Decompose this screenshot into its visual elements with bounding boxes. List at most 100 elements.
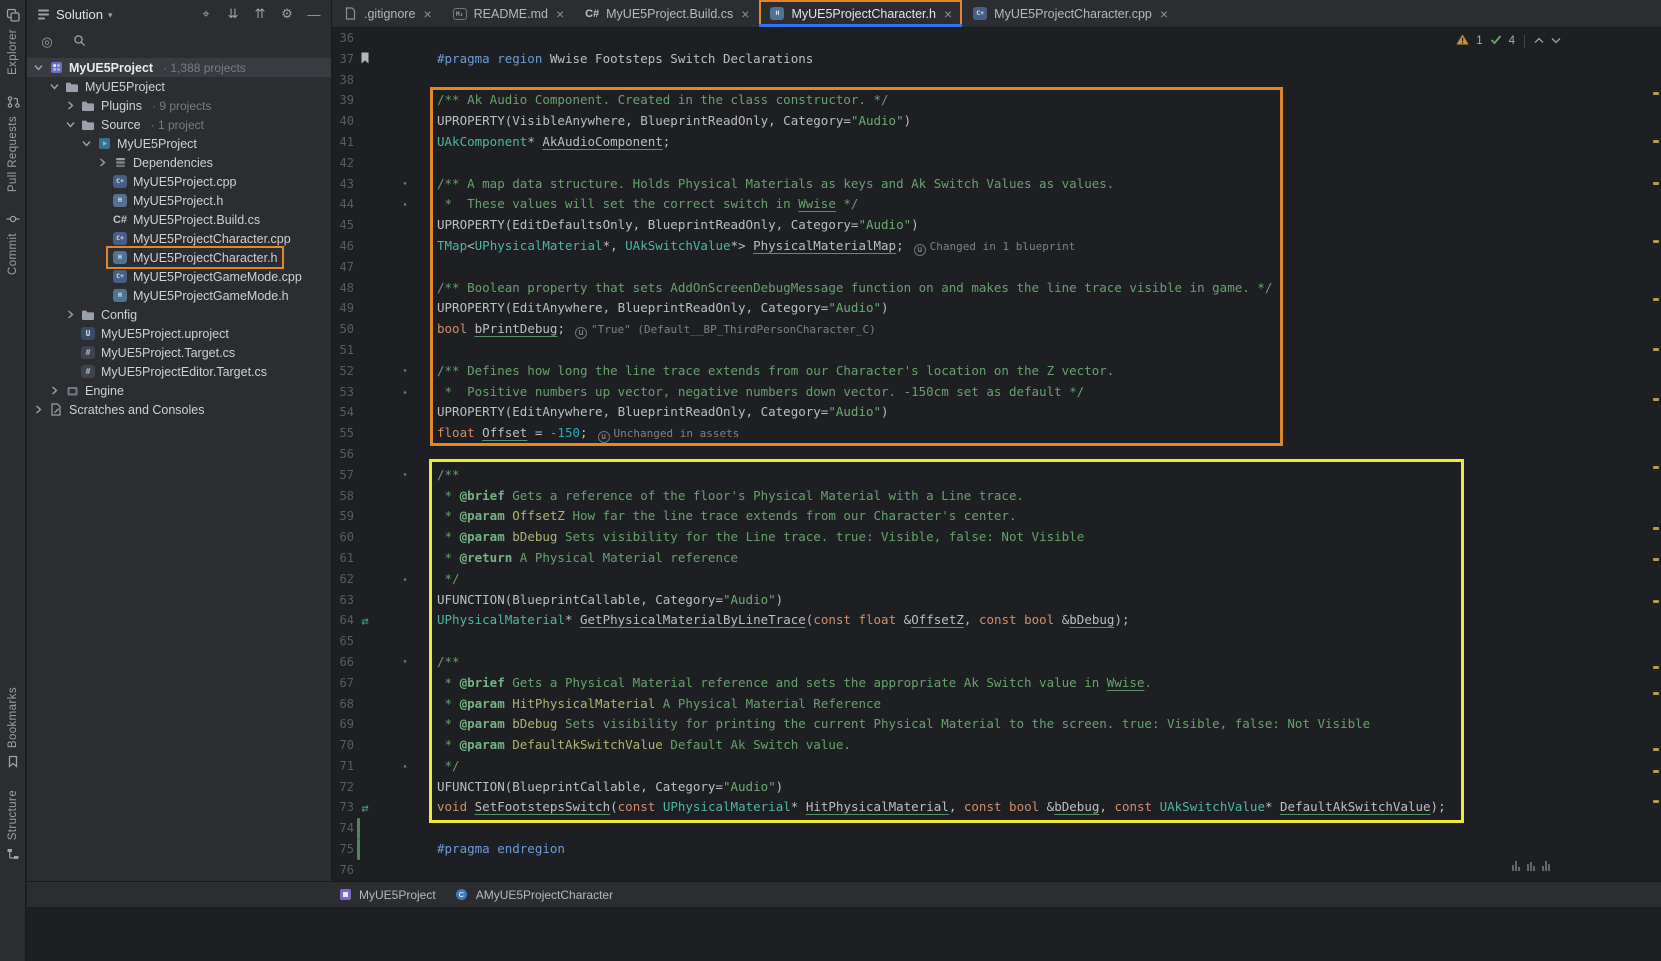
code-line[interactable]: 76 <box>332 860 1661 881</box>
code-line[interactable]: 64 ⇄ UPhysicalMaterial* GetPhysicalMateria… <box>332 610 1661 631</box>
code-line[interactable]: 53 ▴ * Positive numbers up vector, negati… <box>332 382 1661 403</box>
close-tab-icon[interactable]: × <box>1160 6 1168 22</box>
line-number[interactable]: 59 <box>332 506 354 527</box>
tree-item-myue5project-cpp[interactable]: C+ MyUE5Project.cpp <box>27 172 331 191</box>
code-line[interactable]: 71 ▴ */ <box>332 756 1661 777</box>
fold-marker-icon[interactable]: ▾ <box>399 652 411 673</box>
close-tab-icon[interactable]: × <box>741 6 749 22</box>
fold-marker-icon[interactable]: ▴ <box>399 194 411 215</box>
chevron-right-icon[interactable] <box>31 405 45 414</box>
scrollbar-warning-mark[interactable] <box>1653 240 1659 243</box>
line-number[interactable]: 54 <box>332 402 354 423</box>
code-line[interactable]: 47 <box>332 257 1661 278</box>
code-line[interactable]: 59 * @param OffsetZ How far the line tra… <box>332 506 1661 527</box>
editor-tab-readme-md[interactable]: M↓ README.md × <box>442 0 575 27</box>
code-line[interactable]: 65 <box>332 631 1661 652</box>
editor-tab-myue5project-build-cs[interactable]: C# MyUE5Project.Build.cs × <box>574 0 759 27</box>
tree-item-scratches-and-consoles[interactable]: Scratches and Consoles <box>27 400 331 419</box>
code-line[interactable]: 43 ▾/** A map data structure. Holds Physi… <box>332 174 1661 195</box>
line-number[interactable]: 44 <box>332 194 354 215</box>
bookmark-icon[interactable] <box>356 50 374 71</box>
chevron-down-icon[interactable] <box>31 63 45 72</box>
code-line[interactable]: 60 * @param bDebug Sets visibility for t… <box>332 527 1661 548</box>
tree-item-config[interactable]: Config <box>27 305 331 324</box>
code-line[interactable]: 40 UPROPERTY(VisibleAnywhere, BlueprintRe… <box>332 111 1661 132</box>
fold-marker-icon[interactable]: ▾ <box>399 361 411 382</box>
line-number[interactable]: 55 <box>332 423 354 444</box>
line-number[interactable]: 52 <box>332 361 354 382</box>
line-number[interactable]: 39 <box>332 90 354 111</box>
code-editor[interactable]: 36 37 #pragma region Wwise Footsteps Switc… <box>332 28 1661 881</box>
line-number[interactable]: 75 <box>332 839 354 860</box>
scrollbar-warning-mark[interactable] <box>1653 666 1659 669</box>
code-line[interactable]: 42 <box>332 153 1661 174</box>
chevron-down-icon[interactable] <box>79 139 93 148</box>
fold-marker-icon[interactable]: ▴ <box>399 382 411 403</box>
code-line[interactable]: 46 TMap<UPhysicalMaterial*, UAkSwitchValu… <box>332 236 1661 257</box>
chevron-right-icon[interactable] <box>63 101 77 110</box>
line-number[interactable]: 73 <box>332 797 354 818</box>
line-number[interactable]: 42 <box>332 153 354 174</box>
code-line[interactable]: 52 ▾/** Defines how long the line trace e… <box>332 361 1661 382</box>
code-line[interactable]: 70 * @param DefaultAkSwitchValue Default… <box>332 735 1661 756</box>
breadcrumb-myue5project[interactable]: MyUE5Project <box>337 888 436 902</box>
chevron-right-icon[interactable] <box>63 310 77 319</box>
code-line[interactable]: 67 * @brief Gets a Physical Material ref… <box>332 673 1661 694</box>
close-tab-icon[interactable]: × <box>423 6 431 22</box>
code-line[interactable]: 41 UAkComponent* AkAudioComponent; <box>332 132 1661 153</box>
tree-item-myue5project-target-cs[interactable]: # MyUE5Project.Target.cs <box>27 343 331 362</box>
inlay-hint[interactable]: u Changed in 1 blueprint <box>913 240 1075 256</box>
code-line[interactable]: 51 <box>332 340 1661 361</box>
code-line[interactable]: 50 bool bPrintDebug; u "True" (Default__BP_… <box>332 319 1661 340</box>
line-number[interactable]: 69 <box>332 714 354 735</box>
code-line[interactable]: 61 * @return A Physical Material referen… <box>332 548 1661 569</box>
previous-problem-button[interactable] <box>1534 35 1544 47</box>
code-line[interactable]: 48/** Boolean property that sets AddOnSc… <box>332 278 1661 299</box>
code-line[interactable]: 75 #pragma endregion <box>332 839 1661 860</box>
collapse-all-button[interactable]: ⇈ <box>251 6 269 22</box>
line-number[interactable]: 62 <box>332 569 354 590</box>
line-number[interactable]: 50 <box>332 319 354 340</box>
code-line[interactable]: 56 <box>332 444 1661 465</box>
line-number[interactable]: 47 <box>332 257 354 278</box>
fold-marker-icon[interactable]: ▴ <box>399 569 411 590</box>
chevron-down-icon[interactable] <box>47 82 61 91</box>
line-number[interactable]: 67 <box>332 673 354 694</box>
line-number[interactable]: 65 <box>332 631 354 652</box>
line-number[interactable]: 46 <box>332 236 354 257</box>
editor-tab-myue5projectcharacter-h[interactable]: H MyUE5ProjectCharacter.h × <box>759 0 963 27</box>
tree-item-plugins[interactable]: Plugins · 9 projects <box>27 96 331 115</box>
scrollbar-warning-mark[interactable] <box>1653 800 1659 803</box>
line-number[interactable]: 63 <box>332 590 354 611</box>
line-number[interactable]: 60 <box>332 527 354 548</box>
line-number[interactable]: 45 <box>332 215 354 236</box>
line-number[interactable]: 76 <box>332 860 354 881</box>
scrollbar-warning-mark[interactable] <box>1653 298 1659 301</box>
editor-tab-myue5projectcharacter-cpp[interactable]: C+ MyUE5ProjectCharacter.cpp × <box>962 0 1178 27</box>
scrollbar-warning-mark[interactable] <box>1653 92 1659 95</box>
tree-item-myue5projectcharacter-h[interactable]: H MyUE5ProjectCharacter.h <box>27 246 331 269</box>
line-number[interactable]: 38 <box>332 70 354 91</box>
fold-marker-icon[interactable]: ▾ <box>399 465 411 486</box>
scrollbar-warning-mark[interactable] <box>1653 600 1659 603</box>
code-line[interactable]: 58 * @brief Gets a reference of the floo… <box>332 486 1661 507</box>
tool-window-button-commit[interactable]: Commit <box>5 212 21 275</box>
line-number[interactable]: 56 <box>332 444 354 465</box>
code-line[interactable]: 72 UFUNCTION(BlueprintCallable, Category=… <box>332 777 1661 798</box>
editor-tab-gitignore[interactable]: .gitignore × <box>332 0 442 27</box>
tree-item-myue5projectcharacter-cpp[interactable]: C+ MyUE5ProjectCharacter.cpp <box>27 229 331 248</box>
line-number[interactable]: 37 <box>332 49 354 70</box>
chevron-right-icon[interactable] <box>47 386 61 395</box>
code-line[interactable]: 62 ▴ */ <box>332 569 1661 590</box>
line-number[interactable]: 71 <box>332 756 354 777</box>
line-number[interactable]: 66 <box>332 652 354 673</box>
line-number[interactable]: 51 <box>332 340 354 361</box>
scrollbar-warning-mark[interactable] <box>1653 692 1659 695</box>
line-number[interactable]: 61 <box>332 548 354 569</box>
scrollbar-warning-mark[interactable] <box>1653 748 1659 751</box>
scrollbar-warning-mark[interactable] <box>1653 182 1659 185</box>
tree-item-myue5projectgamemode-h[interactable]: H MyUE5ProjectGameMode.h <box>27 286 331 305</box>
line-number[interactable]: 40 <box>332 111 354 132</box>
line-number[interactable]: 58 <box>332 486 354 507</box>
code-line[interactable]: 68 * @param HitPhysicalMaterial A Physic… <box>332 694 1661 715</box>
